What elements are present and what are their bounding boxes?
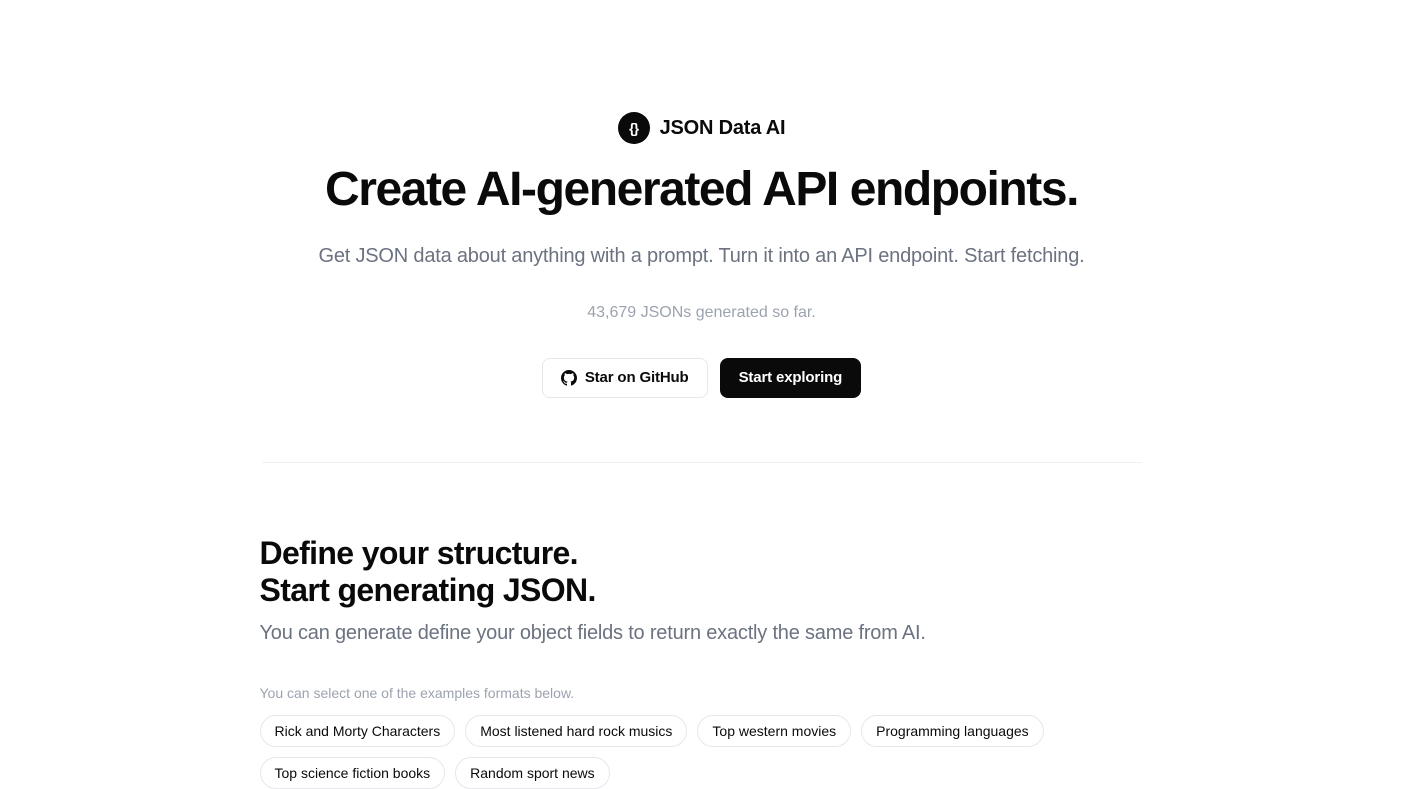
section-subtext: You can generate define your object fiel… — [260, 622, 1144, 645]
define-section: Define your structure. Start generating … — [252, 535, 1152, 789]
github-icon — [561, 370, 577, 386]
example-chip[interactable]: Top science fiction books — [260, 757, 446, 789]
example-chip[interactable]: Rick and Morty Characters — [260, 715, 456, 747]
brand: {} JSON Data AI — [618, 112, 786, 144]
section-title: Define your structure. Start generating … — [260, 535, 1144, 609]
page-subhead: Get JSON data about anything with a prom… — [252, 245, 1152, 268]
example-chip[interactable]: Top western movies — [697, 715, 851, 747]
braces-icon: {} — [618, 112, 650, 144]
example-chip[interactable]: Programming languages — [861, 715, 1044, 747]
page-headline: Create AI-generated API endpoints. — [252, 164, 1152, 217]
github-star-button[interactable]: Star on GitHub — [542, 358, 708, 398]
generated-count: 43,679 JSONs generated so far. — [252, 304, 1152, 322]
start-exploring-button[interactable]: Start exploring — [720, 358, 862, 398]
section-title-line2: Start generating JSON. — [260, 572, 596, 608]
examples-hint: You can select one of the examples forma… — [260, 685, 1144, 701]
section-title-line1: Define your structure. — [260, 535, 578, 571]
example-chip[interactable]: Random sport news — [455, 757, 610, 789]
cta-row: Star on GitHub Start exploring — [252, 358, 1152, 398]
brand-name: JSON Data AI — [660, 117, 786, 140]
example-chips: Rick and Morty Characters Most listened … — [260, 715, 1144, 789]
section-divider — [262, 462, 1142, 463]
start-exploring-label: Start exploring — [739, 369, 843, 386]
github-star-label: Star on GitHub — [585, 369, 689, 386]
example-chip[interactable]: Most listened hard rock musics — [465, 715, 687, 747]
hero-section: {} JSON Data AI Create AI-generated API … — [252, 112, 1152, 462]
